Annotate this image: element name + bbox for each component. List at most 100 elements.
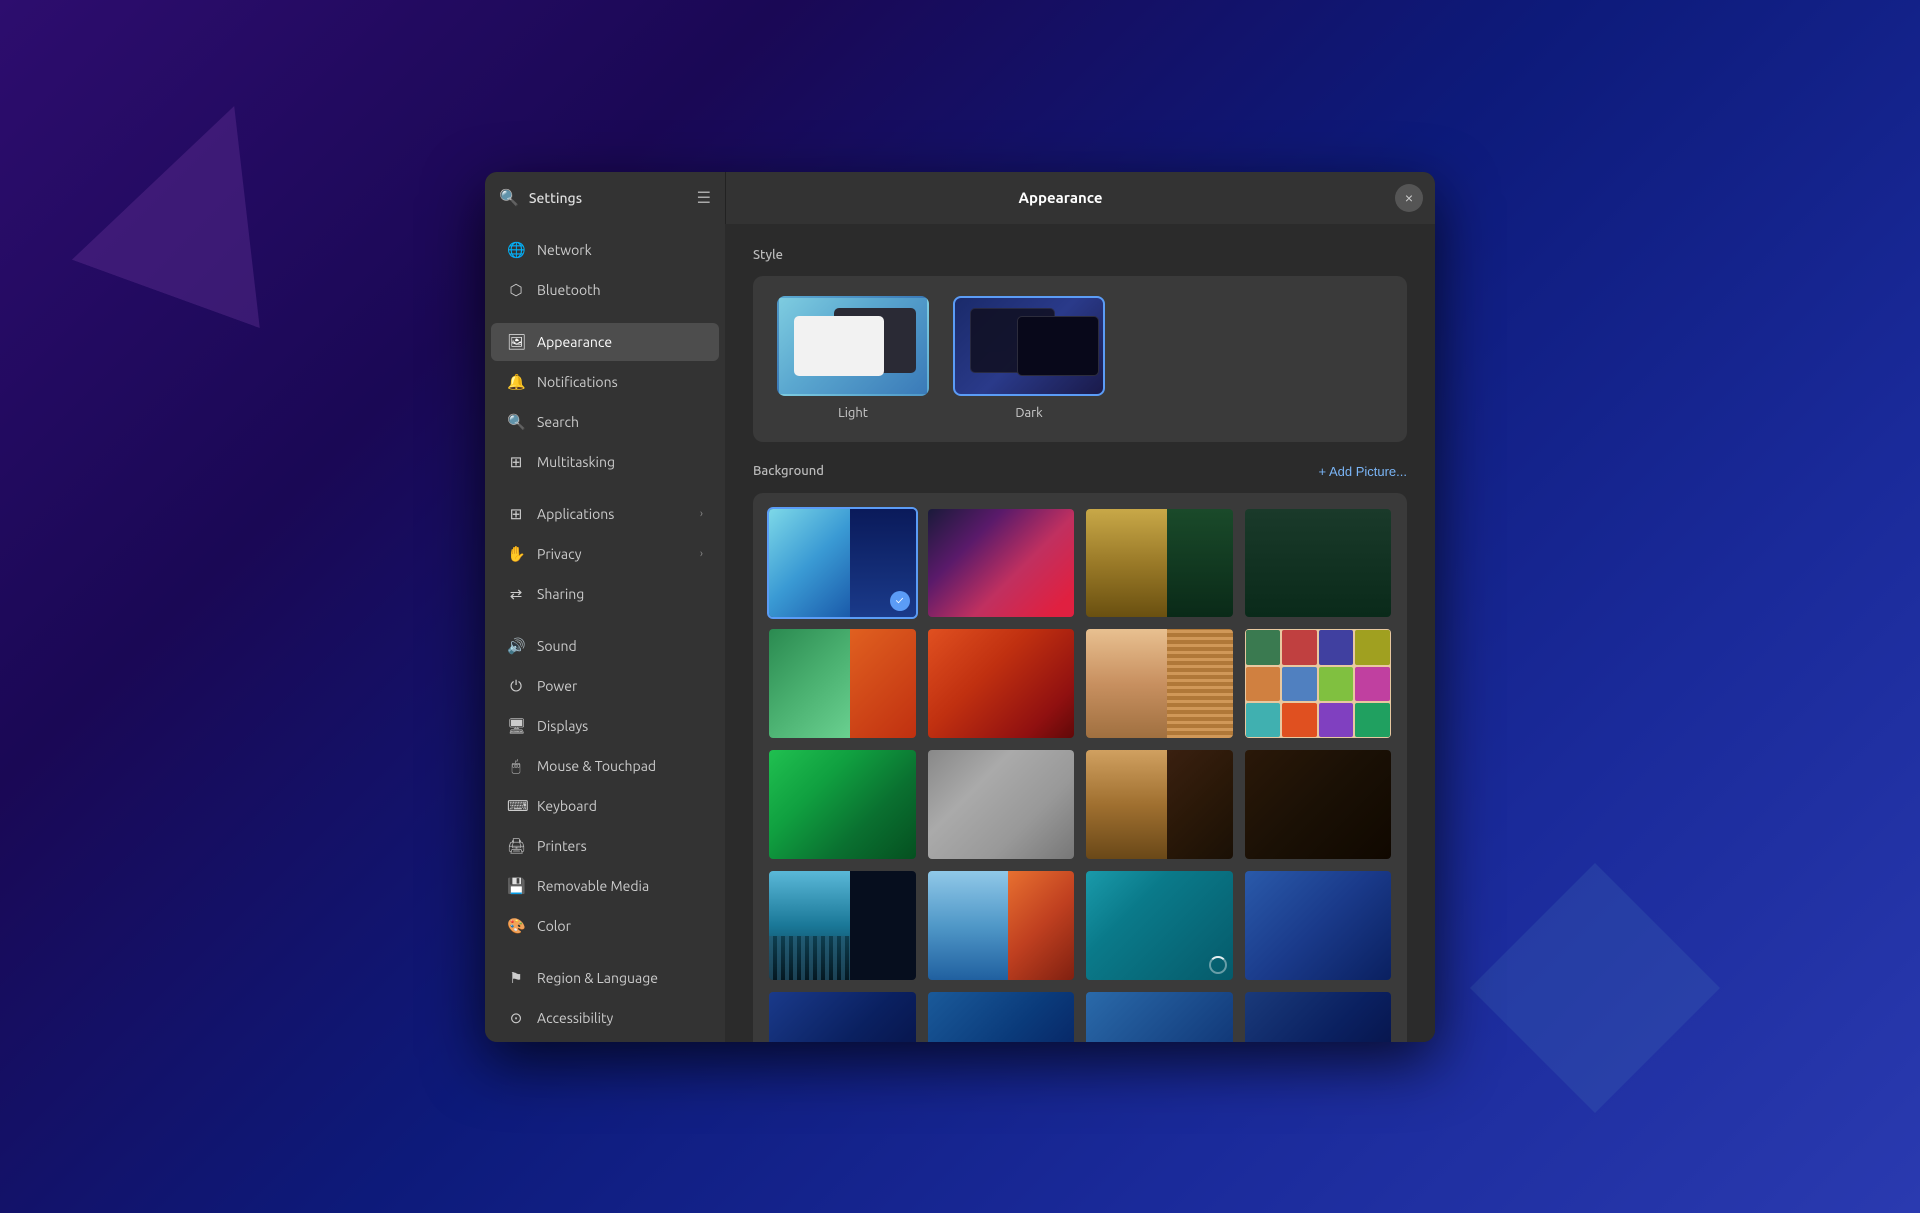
style-options: Light Dark — [777, 296, 1383, 420]
sidebar-item-label: Notifications — [537, 374, 618, 390]
wallpaper-item-11[interactable] — [1084, 748, 1235, 861]
sidebar-item-label: Printers — [537, 838, 587, 854]
titlebar-main-label: Appearance — [1019, 189, 1103, 206]
sidebar-item-accessibility[interactable]: ⊙ Accessibility — [491, 999, 719, 1037]
light-preview — [777, 296, 929, 396]
dark-window-dark-2 — [1017, 316, 1099, 376]
appearance-icon: 🖼 — [507, 333, 525, 351]
wallpaper-grid: ✓ — [753, 493, 1407, 1042]
sidebar-item-privacy[interactable]: ✋ Privacy › — [491, 535, 719, 573]
style-option-dark[interactable]: Dark — [953, 296, 1105, 420]
wallpaper-item-16[interactable] — [1243, 869, 1394, 982]
wallpaper-item-4[interactable] — [1243, 507, 1394, 620]
light-window-mock — [794, 316, 884, 376]
sidebar-item-label: Power — [537, 678, 577, 694]
titlebar-settings-label: Settings — [529, 190, 582, 206]
sidebar-item-label: Region & Language — [537, 970, 658, 986]
sidebar-item-appearance[interactable]: 🖼 Appearance — [491, 323, 719, 361]
search-nav-icon: 🔍 — [507, 413, 525, 431]
wallpaper-item-13[interactable] — [767, 869, 918, 982]
search-icon[interactable]: 🔍 — [499, 188, 519, 207]
sidebar-item-power[interactable]: ⏻ Power — [491, 667, 719, 705]
wallpaper-item-7[interactable] — [1084, 627, 1235, 740]
background-header: Background + Add Picture... — [753, 464, 1407, 479]
power-icon: ⏻ — [507, 677, 525, 695]
sidebar-item-notifications[interactable]: 🔔 Notifications — [491, 363, 719, 401]
sidebar-item-label: Keyboard — [537, 798, 597, 814]
printers-icon: 🖨 — [507, 837, 525, 855]
notifications-icon: 🔔 — [507, 373, 525, 391]
sidebar-item-printers[interactable]: 🖨 Printers — [491, 827, 719, 865]
sidebar-item-region[interactable]: ⚑ Region & Language — [491, 959, 719, 997]
close-button[interactable]: × — [1395, 184, 1423, 212]
style-dark-label: Dark — [1015, 406, 1042, 420]
sidebar-item-label: Sound — [537, 638, 577, 654]
loading-ring-icon — [1209, 956, 1227, 974]
titlebar-center: Appearance — [726, 189, 1395, 206]
sidebar-item-label: Network — [537, 242, 592, 258]
sidebar-item-label: Removable Media — [537, 878, 649, 894]
wallpaper-item-2[interactable] — [926, 507, 1077, 620]
network-icon: 🌐 — [507, 241, 525, 259]
sidebar-item-displays[interactable]: 🖥 Displays — [491, 707, 719, 745]
privacy-icon: ✋ — [507, 545, 525, 563]
wallpaper-item-8[interactable] — [1243, 627, 1394, 740]
sidebar-item-label: Color — [537, 918, 571, 934]
sidebar-item-multitasking[interactable]: ⊞ Multitasking — [491, 443, 719, 481]
color-icon: 🎨 — [507, 917, 525, 935]
sidebar-item-removable[interactable]: 💾 Removable Media — [491, 867, 719, 905]
applications-icon: ⊞ — [507, 505, 525, 523]
sidebar-item-label: Bluetooth — [537, 282, 601, 298]
wallpaper-item-5[interactable] — [767, 627, 918, 740]
wallpaper-item-15[interactable] — [1084, 869, 1235, 982]
keyboard-icon: ⌨ — [507, 797, 525, 815]
window-body: 🌐 Network ⬡ Bluetooth 🖼 Appearance 🔔 Not… — [485, 224, 1435, 1042]
sidebar-item-sharing[interactable]: ⇄ Sharing — [491, 575, 719, 613]
background-section-title: Background — [753, 464, 824, 478]
sidebar: 🌐 Network ⬡ Bluetooth 🖼 Appearance 🔔 Not… — [485, 224, 725, 1042]
sidebar-item-label: Appearance — [537, 334, 612, 350]
wallpaper-item-19[interactable] — [1084, 990, 1235, 1042]
menu-icon[interactable]: ☰ — [697, 188, 711, 207]
sidebar-item-search[interactable]: 🔍 Search — [491, 403, 719, 441]
sidebar-item-bluetooth[interactable]: ⬡ Bluetooth — [491, 271, 719, 309]
sidebar-item-label: Search — [537, 414, 579, 430]
wallpaper-item-18[interactable] — [926, 990, 1077, 1042]
sidebar-item-label: Privacy — [537, 546, 581, 562]
sidebar-item-applications[interactable]: ⊞ Applications › — [491, 495, 719, 533]
sidebar-item-sound[interactable]: 🔊 Sound — [491, 627, 719, 665]
removable-icon: 💾 — [507, 877, 525, 895]
region-icon: ⚑ — [507, 969, 525, 987]
sidebar-item-label: Mouse & Touchpad — [537, 758, 656, 774]
wallpaper-item-1[interactable]: ✓ — [767, 507, 918, 620]
wallpaper-item-20[interactable] — [1243, 990, 1394, 1042]
wallpaper-item-3[interactable] — [1084, 507, 1235, 620]
sidebar-item-keyboard[interactable]: ⌨ Keyboard — [491, 787, 719, 825]
chevron-right-icon: › — [700, 508, 703, 520]
main-content: Style Light — [725, 224, 1435, 1042]
sidebar-item-mouse[interactable]: 🖱 Mouse & Touchpad — [491, 747, 719, 785]
wallpaper-item-9[interactable] — [767, 748, 918, 861]
sharing-icon: ⇄ — [507, 585, 525, 603]
sound-icon: 🔊 — [507, 637, 525, 655]
sidebar-item-label: Displays — [537, 718, 588, 734]
style-section-title: Style — [753, 248, 1407, 262]
wallpaper-item-14[interactable] — [926, 869, 1077, 982]
dark-preview — [953, 296, 1105, 396]
style-card: Light Dark — [753, 276, 1407, 442]
style-light-label: Light — [838, 406, 868, 420]
sidebar-item-label: Accessibility — [537, 1010, 613, 1026]
displays-icon: 🖥 — [507, 717, 525, 735]
wallpaper-item-10[interactable] — [926, 748, 1077, 861]
titlebar: 🔍 Settings ☰ Appearance × — [485, 172, 1435, 224]
wallpaper-item-17[interactable] — [767, 990, 918, 1042]
wallpaper-item-6[interactable] — [926, 627, 1077, 740]
add-picture-button[interactable]: + Add Picture... — [1318, 464, 1407, 479]
sidebar-item-color[interactable]: 🎨 Color — [491, 907, 719, 945]
style-option-light[interactable]: Light — [777, 296, 929, 420]
sidebar-item-label: Multitasking — [537, 454, 615, 470]
wallpaper-item-12[interactable] — [1243, 748, 1394, 861]
bluetooth-icon: ⬡ — [507, 281, 525, 299]
titlebar-left: 🔍 Settings ☰ — [485, 188, 725, 207]
sidebar-item-network[interactable]: 🌐 Network — [491, 231, 719, 269]
